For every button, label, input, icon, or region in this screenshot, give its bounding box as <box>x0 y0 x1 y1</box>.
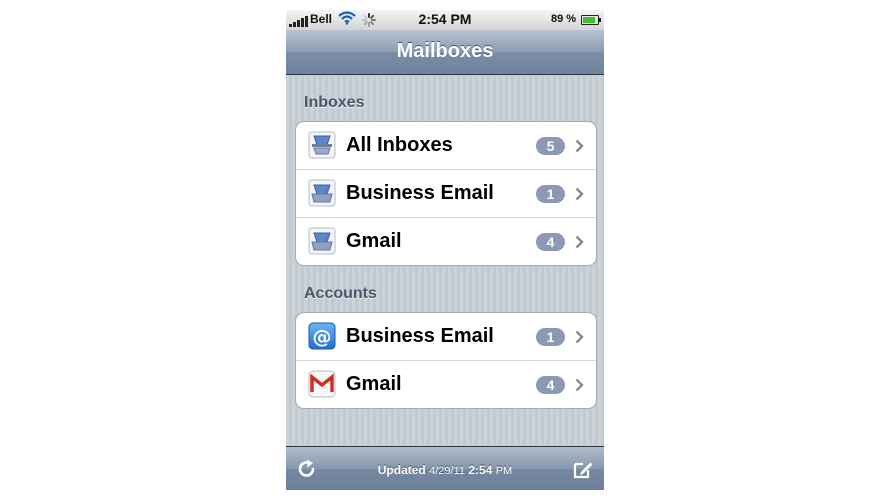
update-status: Updated 4/29/11 2:54 PM <box>286 463 604 477</box>
mailbox-label: Business Email <box>346 182 494 204</box>
bottom-toolbar: Updated 4/29/11 2:54 PM <box>286 446 604 490</box>
section-header-accounts: Accounts <box>304 285 377 302</box>
navigation-bar: Mailboxes <box>286 30 604 75</box>
updated-date: 4/29/11 <box>429 465 465 477</box>
unread-count-badge: 5 <box>536 137 565 155</box>
chevron-right-icon <box>575 330 584 349</box>
account-row-business-email[interactable]: @ Business Email 1 <box>296 313 596 361</box>
mailbox-row-business-email[interactable]: Business Email 1 <box>296 170 596 218</box>
mailbox-label: All Inboxes <box>346 134 453 156</box>
unread-count-badge: 1 <box>536 185 565 203</box>
compose-icon[interactable] <box>572 458 594 485</box>
mailbox-row-all-inboxes[interactable]: All Inboxes 5 <box>296 122 596 170</box>
chevron-right-icon <box>575 139 584 158</box>
at-sign-icon: @ <box>308 322 336 350</box>
updated-label: Updated <box>377 463 426 477</box>
battery-fill <box>583 17 596 23</box>
status-bar: Bell 2:54 PM 89 % <box>286 10 604 30</box>
mailbox-label: Gmail <box>346 230 402 252</box>
inboxes-group: All Inboxes 5 Business Email 1 Gmail 4 <box>295 121 597 266</box>
updated-time: 2:54 <box>468 463 493 477</box>
battery-percentage: 89 % <box>551 13 577 25</box>
chevron-right-icon <box>575 378 584 397</box>
inbox-tray-icon <box>308 227 336 255</box>
chevron-right-icon <box>575 235 584 254</box>
updated-ampm: PM <box>495 465 513 477</box>
section-header-inboxes: Inboxes <box>304 94 365 111</box>
page-title: Mailboxes <box>396 40 494 62</box>
mailbox-row-gmail[interactable]: Gmail 4 <box>296 218 596 265</box>
chevron-right-icon <box>575 187 584 206</box>
accounts-group: @ Business Email 1 Gmail 4 <box>295 312 597 409</box>
account-row-gmail[interactable]: Gmail 4 <box>296 361 596 408</box>
unread-count-badge: 4 <box>536 376 565 394</box>
iphone-screen: Bell 2:54 PM 89 % Mailboxes Inboxes All … <box>286 10 604 490</box>
inbox-tray-icon <box>308 179 336 207</box>
unread-count-badge: 4 <box>536 233 565 251</box>
account-label: Gmail <box>346 373 402 395</box>
battery-icon <box>581 15 601 25</box>
svg-text:@: @ <box>313 326 332 348</box>
account-label: Business Email <box>346 325 494 347</box>
all-inboxes-tray-icon <box>308 131 336 159</box>
gmail-icon <box>308 370 336 398</box>
unread-count-badge: 1 <box>536 328 565 346</box>
